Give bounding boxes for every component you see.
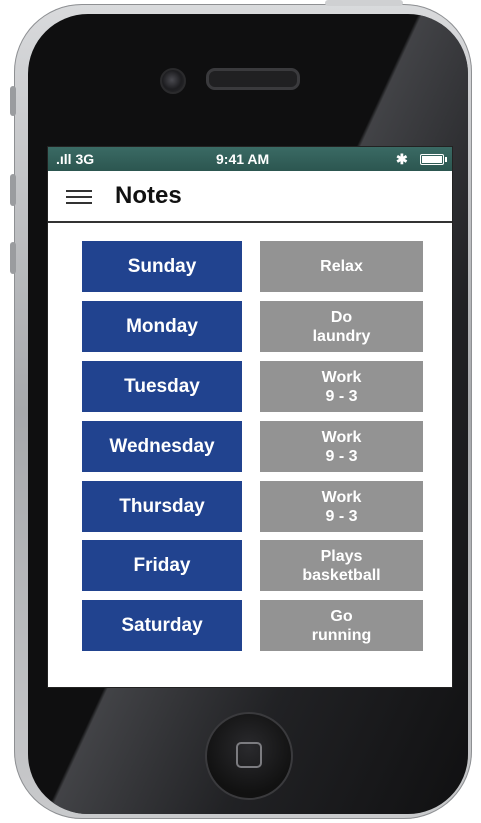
day-button-monday[interactable]: Monday — [82, 301, 242, 352]
app-bar: Notes — [48, 171, 452, 223]
note-button-tuesday[interactable]: Work 9 - 3 — [260, 361, 423, 412]
day-button-sunday[interactable]: Sunday — [82, 241, 242, 292]
earpiece-speaker — [206, 68, 300, 90]
day-button-tuesday[interactable]: Tuesday — [82, 361, 242, 412]
note-button-thursday[interactable]: Work 9 - 3 — [260, 481, 423, 532]
phone-screen: .ıll 3G 9:41 AM ✱ Notes Sunday Relax Mon… — [47, 146, 453, 688]
signal-indicator: .ıll 3G — [56, 151, 95, 167]
status-time: 9:41 AM — [216, 151, 270, 167]
note-button-wednesday[interactable]: Work 9 - 3 — [260, 421, 423, 472]
day-button-wednesday[interactable]: Wednesday — [82, 421, 242, 472]
volume-down-button — [10, 242, 16, 274]
note-button-monday[interactable]: Do laundry — [260, 301, 423, 352]
mute-switch — [10, 86, 16, 116]
volume-up-button — [10, 174, 16, 206]
day-button-friday[interactable]: Friday — [82, 540, 242, 591]
day-button-thursday[interactable]: Thursday — [82, 481, 242, 532]
note-button-saturday[interactable]: Go running — [260, 600, 423, 651]
home-button[interactable] — [205, 712, 293, 800]
power-button — [325, 0, 403, 6]
home-square-icon — [236, 742, 262, 768]
note-button-friday[interactable]: Plays basketball — [260, 540, 423, 591]
note-button-sunday[interactable]: Relax — [260, 241, 423, 292]
status-bar: .ıll 3G 9:41 AM ✱ — [48, 147, 452, 171]
front-camera — [160, 68, 186, 94]
page-title: Notes — [115, 182, 182, 209]
hamburger-icon[interactable] — [66, 190, 92, 204]
day-button-saturday[interactable]: Saturday — [82, 600, 242, 651]
bluetooth-icon: ✱ — [396, 151, 408, 167]
battery-icon — [420, 154, 447, 165]
